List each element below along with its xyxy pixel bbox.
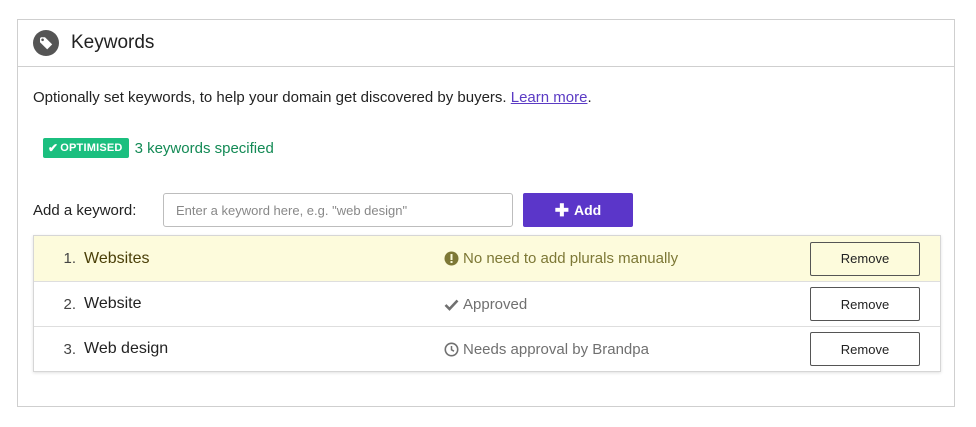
add-keyword-button[interactable]: ✚ Add — [523, 193, 633, 227]
keyword-input[interactable] — [163, 193, 513, 227]
tag-icon — [33, 30, 59, 56]
remove-button[interactable]: Remove — [810, 332, 920, 366]
add-keyword-label: Add a keyword: — [33, 201, 137, 219]
panel-header: Keywords — [18, 20, 954, 67]
keyword-status: Needs approval by Brandpa — [444, 341, 814, 358]
optimisation-status: ✔ OPTIMISED 3 keywords specified — [43, 138, 274, 158]
remove-button[interactable]: Remove — [810, 287, 920, 321]
learn-more-link[interactable]: Learn more — [511, 89, 588, 106]
keywords-panel: Keywords Optionally set keywords, to hel… — [17, 19, 955, 407]
keyword-status: Approved — [444, 296, 814, 313]
intro-text: Optionally set keywords, to help your do… — [33, 89, 592, 106]
add-button-label: Add — [574, 202, 602, 218]
intro-period: . — [587, 89, 592, 106]
keywords-count: 3 keywords specified — [134, 139, 274, 157]
keyword-status-text: Approved — [463, 295, 528, 313]
badge-label: OPTIMISED — [60, 142, 123, 154]
keyword-number: 1. — [63, 250, 76, 267]
list-item: 1. Websites No need to add plurals manua… — [34, 236, 940, 281]
list-item: 3. Web design Needs approval by Brandpa … — [34, 326, 940, 371]
keyword-name: Website — [84, 295, 142, 312]
keyword-status-text: No need to add plurals manually — [463, 250, 679, 267]
exclamation-circle-icon — [444, 251, 459, 266]
keyword-status: No need to add plurals manually — [444, 250, 814, 267]
keywords-list: 1. Websites No need to add plurals manua… — [33, 235, 941, 372]
remove-button[interactable]: Remove — [810, 241, 920, 276]
add-keyword-row: Add a keyword: ✚Add — [33, 193, 633, 227]
keyword-name: Web design — [84, 340, 169, 357]
plus-icon: ✚ — [554, 200, 570, 220]
page-title: Keywords — [71, 32, 155, 53]
keyword-number: 3. — [63, 340, 76, 358]
keyword-number: 2. — [63, 295, 76, 313]
intro-sentence: Optionally set keywords, to help your do… — [33, 89, 511, 106]
keyword-status-text: Needs approval by Brandpa — [463, 340, 649, 358]
keyword-name: Websites — [84, 249, 150, 267]
clock-icon — [444, 342, 459, 357]
status-badge: ✔ OPTIMISED — [43, 138, 129, 158]
list-item: 2. Website Approved Remove — [34, 281, 940, 326]
check-icon: ✔ — [48, 141, 59, 155]
check-icon — [444, 297, 459, 312]
